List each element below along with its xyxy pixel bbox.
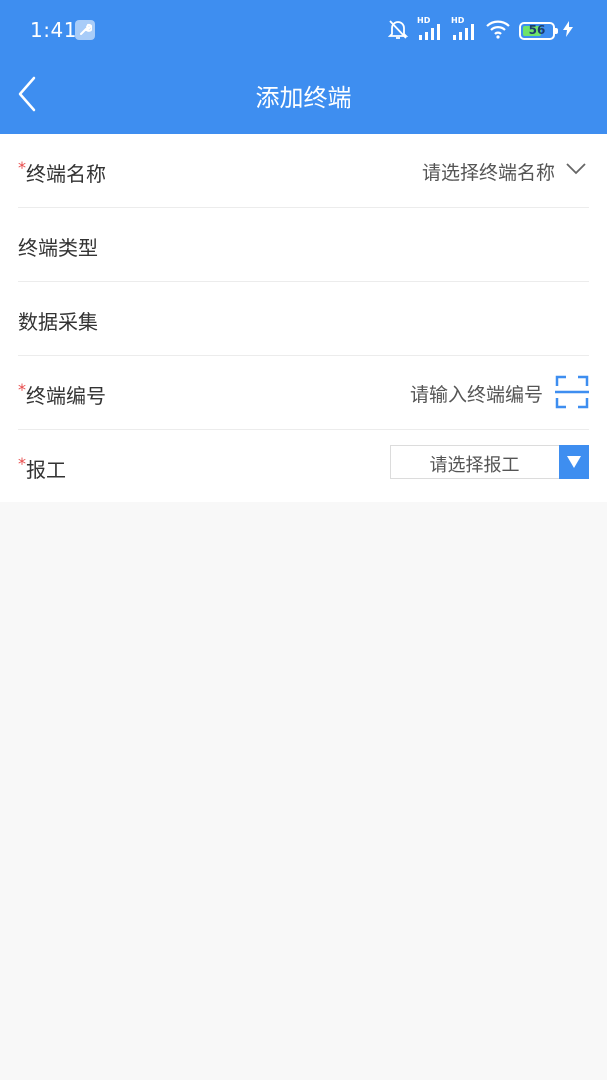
- status-bar: 1:41 HD HD 56: [0, 0, 607, 62]
- charging-icon: [563, 21, 573, 41]
- report-work-label: *报工: [18, 454, 66, 482]
- signal-icon-2: HD: [451, 16, 477, 42]
- hd-label: HD: [451, 16, 465, 25]
- terminal-type-label: 终端类型: [18, 236, 98, 260]
- terminal-number-input[interactable]: 请输入终端编号: [410, 380, 543, 407]
- terminal-name-label: *终端名称: [18, 158, 106, 186]
- app-header: 1:41 HD HD 56 添加终端: [0, 0, 607, 134]
- mute-bell-icon: [387, 18, 409, 44]
- page-title: 添加终端: [255, 84, 352, 112]
- data-collection-label: 数据采集: [18, 310, 98, 334]
- terminal-number-label: *终端编号: [18, 380, 106, 408]
- hd-label: HD: [417, 16, 431, 25]
- terminal-type-row: 终端类型: [18, 208, 589, 282]
- report-work-select[interactable]: 请选择报工: [390, 445, 589, 479]
- status-time: 1:41: [30, 18, 77, 42]
- chevron-down-icon[interactable]: [565, 162, 587, 176]
- report-work-row: *报工 请选择报工: [18, 430, 589, 504]
- report-work-select-value: 请选择报工: [429, 455, 520, 476]
- data-collection-row: 数据采集: [18, 282, 589, 356]
- required-mark: *: [18, 158, 26, 177]
- required-mark: *: [18, 380, 26, 399]
- battery-level: 56: [528, 23, 546, 37]
- terminal-number-row: *终端编号 请输入终端编号: [18, 356, 589, 430]
- triangle-down-icon: [567, 456, 581, 468]
- dropdown-button[interactable]: [559, 445, 589, 479]
- battery-icon: 56: [519, 22, 558, 40]
- terminal-form: *终端名称 请选择终端名称 终端类型 数据采集 *终端编号 请输入终端编号 *报…: [0, 134, 607, 502]
- scan-icon[interactable]: [555, 375, 589, 409]
- wifi-icon: [485, 18, 511, 44]
- terminal-name-select[interactable]: 请选择终端名称: [422, 158, 555, 185]
- system-icons: HD HD 56: [387, 16, 573, 44]
- signal-icon-1: HD: [417, 16, 443, 42]
- terminal-name-row[interactable]: *终端名称 请选择终端名称: [18, 134, 589, 208]
- required-mark: *: [18, 454, 26, 473]
- wrench-icon: [75, 20, 95, 40]
